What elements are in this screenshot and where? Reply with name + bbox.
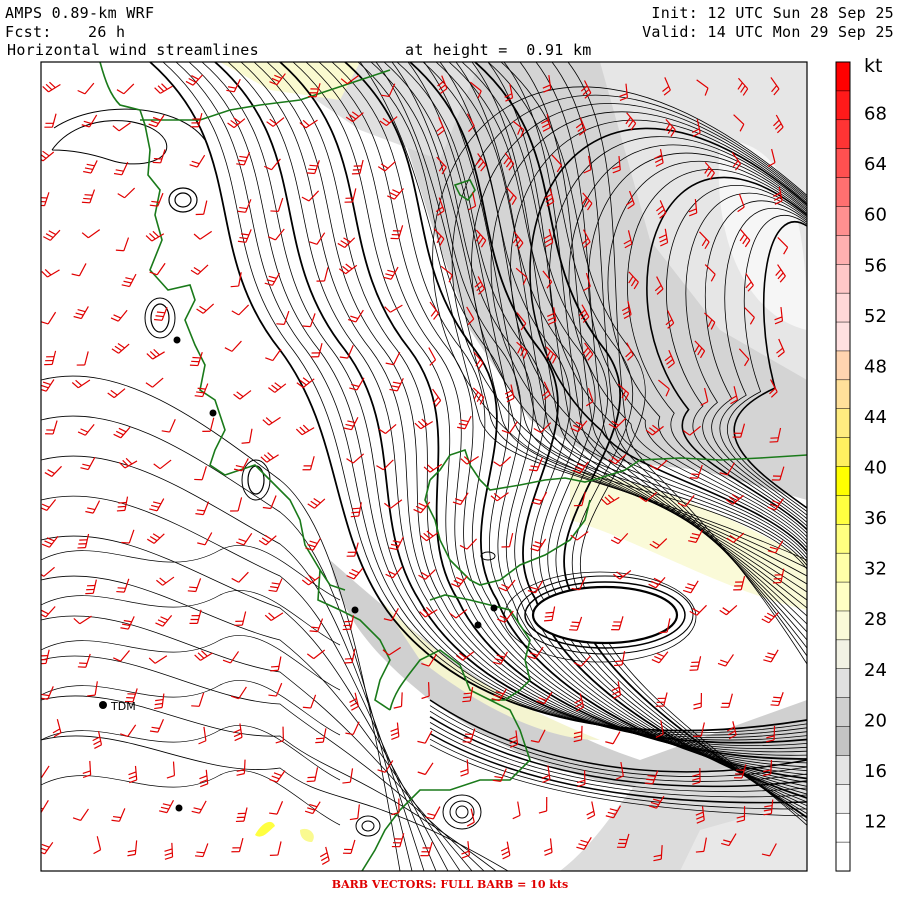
station-dot: [175, 804, 183, 812]
station-dot: [209, 409, 217, 417]
colorbar-band: [835, 466, 851, 496]
colorbar-band: [835, 726, 851, 756]
colorbar-band: [835, 812, 851, 843]
colorbar-band: [835, 610, 851, 641]
speed-colorbar: [835, 61, 851, 872]
colorbar-band: [835, 61, 851, 92]
colorbar-band: [835, 755, 851, 785]
colorbar-band: [835, 408, 851, 439]
colorbar-tick: 16: [864, 761, 887, 782]
colorbar-band: [835, 264, 851, 294]
colorbar-band: [835, 321, 851, 352]
colorbar-tick: 20: [864, 710, 887, 731]
colorbar-tick: 68: [864, 104, 887, 125]
colorbar-unit: kt: [864, 55, 882, 77]
colorbar-tick: 44: [864, 407, 887, 428]
station-dot: [173, 336, 181, 344]
station-dot: [351, 606, 359, 614]
colorbar-band: [835, 581, 851, 612]
colorbar-band: [835, 177, 851, 208]
colorbar-tick: 36: [864, 508, 887, 529]
colorbar-tick: 56: [864, 255, 887, 276]
colorbar-band: [835, 668, 851, 699]
colorbar-band: [835, 148, 851, 179]
colorbar-band: [835, 350, 851, 381]
station-label-tdm: TDM: [110, 700, 136, 713]
colorbar-band: [835, 784, 851, 814]
colorbar-tick: 64: [864, 154, 887, 175]
colorbar-band: [835, 524, 851, 554]
colorbar-tick: 24: [864, 660, 887, 681]
streamline-map: TDM kt 68 64 60 56 52 48 44 40 36 32 28 24 20 16 12: [40, 55, 887, 872]
colorbar-band: [835, 552, 851, 583]
station-dot-tdm: [99, 701, 107, 709]
colorbar-band: [835, 119, 851, 150]
station-dot: [474, 621, 482, 629]
colorbar-tick: 60: [864, 205, 887, 226]
map-area: [41, 62, 807, 871]
station-dot: [490, 604, 498, 612]
lee-vortex-white: [531, 585, 679, 645]
barb-legend: BARB VECTORS: FULL BARB = 10 kts: [331, 878, 569, 891]
colorbar-tick: 28: [864, 609, 887, 630]
colorbar-band: [835, 639, 851, 670]
colorbar-band: [835, 495, 851, 525]
colorbar-band: [835, 697, 851, 728]
colorbar-band: [835, 90, 851, 121]
colorbar-tick: 40: [864, 458, 887, 479]
colorbar-band: [835, 206, 851, 236]
colorbar-tick-labels: 68 64 60 56 52 48 44 40 36 32 28 24 20 16 12: [864, 104, 887, 833]
colorbar-tick: 12: [864, 811, 887, 832]
colorbar-band: [835, 292, 851, 323]
colorbar-tick: 52: [864, 306, 887, 327]
colorbar-tick: 32: [864, 559, 887, 580]
colorbar-band: [835, 437, 851, 468]
colorbar-band: [835, 841, 851, 872]
colorbar-band: [835, 235, 851, 265]
colorbar-tick: 48: [864, 356, 887, 377]
colorbar-band: [835, 379, 851, 410]
